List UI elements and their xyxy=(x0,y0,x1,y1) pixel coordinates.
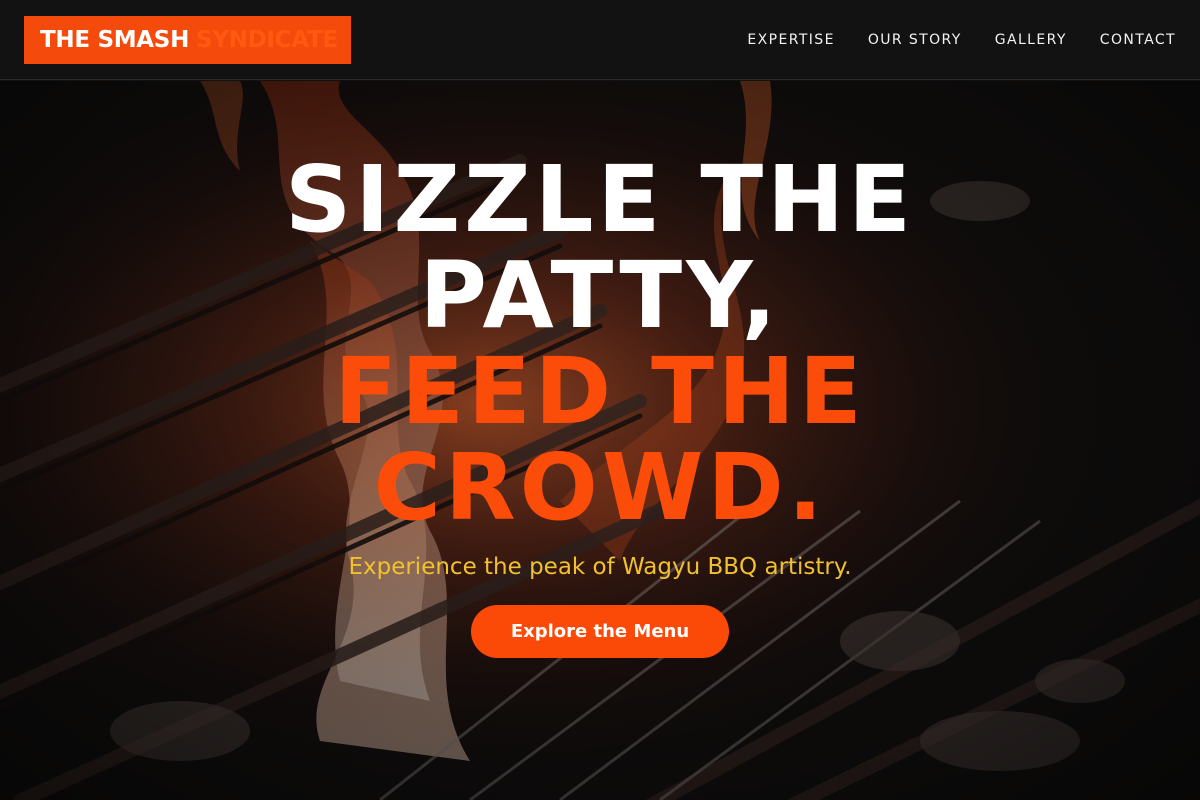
hero-headline: SIZZLE THE PATTY, FEED THE CROWD. xyxy=(0,152,1200,536)
hero-tagline: Experience the peak of Wagyu BBQ artistr… xyxy=(348,554,852,580)
logo-text-primary: THE SMASH xyxy=(40,27,190,53)
main-nav: EXPERTISE OUR STORY GALLERY CONTACT xyxy=(747,0,1176,80)
headline-line-3: FEED THE xyxy=(334,338,866,445)
headline-line-4: CROWD. xyxy=(373,434,827,541)
nav-link-expertise[interactable]: EXPERTISE xyxy=(747,32,834,48)
explore-menu-button[interactable]: Explore the Menu xyxy=(471,605,729,658)
site-header: THE SMASH SYNDICATE EXPERTISE OUR STORY G… xyxy=(0,0,1200,80)
nav-link-contact[interactable]: CONTACT xyxy=(1100,32,1176,48)
brand-logo[interactable]: THE SMASH SYNDICATE xyxy=(24,16,351,64)
nav-link-our-story[interactable]: OUR STORY xyxy=(868,32,962,48)
logo-text-accent: SYNDICATE xyxy=(196,27,338,53)
headline-line-1: SIZZLE THE xyxy=(284,146,915,253)
headline-line-2: PATTY, xyxy=(419,242,781,349)
nav-link-gallery[interactable]: GALLERY xyxy=(995,32,1067,48)
